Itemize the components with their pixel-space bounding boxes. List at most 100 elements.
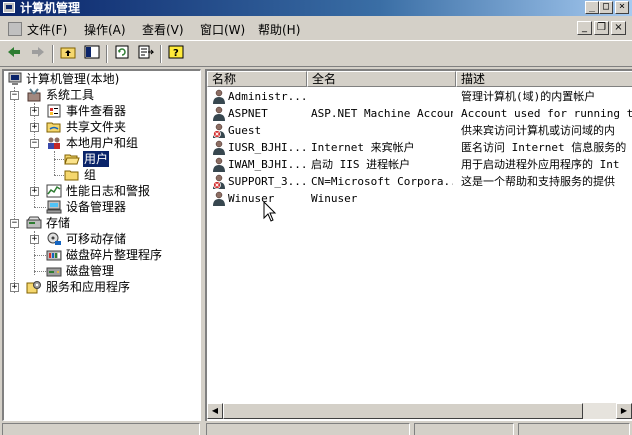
tree-label-removable: 可移动存储: [66, 232, 127, 246]
user-row[interactable]: IUSR_BJHI... Internet 来宾帐户 匿名访问 Internet 信…: [207, 139, 632, 156]
computer-icon: [7, 72, 23, 86]
user-fullname-cell: Internet 来宾帐户: [311, 141, 415, 154]
toolbar-separator: [52, 45, 54, 63]
tree-label-storage: 存储: [46, 216, 71, 230]
tree-label-defrag: 磁盘碎片整理程序: [66, 248, 163, 262]
user-name-cell: Administr...: [228, 90, 307, 103]
horizontal-scrollbar[interactable]: ◀ ▶: [207, 403, 632, 419]
export-list-icon[interactable]: [136, 45, 156, 63]
minimize-button[interactable]: _: [585, 1, 599, 14]
user-description-cell: Account used for running the: [461, 107, 632, 120]
user-icon: [211, 106, 227, 122]
system-menu-icon[interactable]: [8, 22, 22, 36]
tree-line: [34, 255, 46, 256]
tree-line: [54, 175, 64, 176]
folder-icon: [64, 168, 80, 182]
performance-icon: [46, 184, 62, 198]
user-icon: [211, 157, 227, 173]
window-title: 计算机管理: [20, 1, 81, 15]
forward-arrow-icon[interactable]: [28, 45, 48, 63]
computer-management-icon: [3, 2, 15, 13]
expand-toggle[interactable]: +: [30, 187, 39, 196]
user-fullname-cell: Winuser: [311, 192, 358, 205]
toolbar: ?: [0, 40, 632, 67]
menu-file[interactable]: 文件(F): [27, 22, 67, 38]
user-icon: [211, 89, 227, 105]
status-panel: [206, 423, 410, 435]
tree-label-event-viewer: 事件查看器: [66, 104, 127, 118]
user-description-cell: 管理计算机(域)的内置帐户: [461, 90, 596, 103]
tree-label-groups: 组: [84, 168, 97, 182]
folder-open-icon: [64, 152, 80, 166]
user-icon: [211, 191, 227, 207]
disk-management-icon: [46, 264, 62, 278]
user-fullname-cell: [311, 122, 453, 139]
collapse-toggle[interactable]: −: [10, 91, 19, 100]
column-header-description[interactable]: 描述: [456, 71, 632, 87]
disabled-user-icon: [211, 123, 227, 139]
user-row[interactable]: Administr... 管理计算机(域)的内置帐户: [207, 88, 632, 105]
expand-toggle[interactable]: +: [30, 123, 39, 132]
status-panel: [414, 423, 514, 435]
disabled-user-icon: [211, 174, 227, 190]
column-header-name[interactable]: 名称: [207, 71, 307, 87]
menu-window[interactable]: 窗口(W): [200, 22, 245, 38]
tree-label-disk-mgmt: 磁盘管理: [66, 264, 115, 278]
user-name-cell: Guest: [228, 124, 262, 137]
expand-toggle[interactable]: +: [30, 235, 39, 244]
scrollbar-thumb[interactable]: [223, 403, 583, 419]
up-folder-icon[interactable]: [58, 45, 78, 63]
user-fullname-cell: CN=Microsoft Corpora...: [311, 175, 453, 188]
status-bar: [0, 422, 632, 435]
collapse-toggle[interactable]: −: [30, 139, 39, 148]
title-bar: 计算机管理 _ □ ×: [0, 0, 632, 16]
refresh-icon[interactable]: [112, 45, 132, 63]
services-icon: [26, 280, 42, 294]
menu-help[interactable]: 帮助(H): [258, 22, 300, 38]
menu-view[interactable]: 查看(V): [142, 22, 184, 38]
tree-line: [14, 87, 15, 293]
user-name-cell: SUPPORT_3...: [228, 175, 307, 188]
user-row[interactable]: SUPPORT_3... CN=Microsoft Corpora... 这是一个帮…: [207, 173, 632, 190]
mdi-restore-button[interactable]: ❐: [594, 21, 609, 35]
tree-label-shared-folders: 共享文件夹: [66, 120, 127, 134]
user-description-cell: 用于启动进程外应用程序的 Int: [461, 158, 620, 171]
user-row[interactable]: IWAM_BJHI... 启动 IIS 进程帐户 用于启动进程外应用程序的 Int: [207, 156, 632, 173]
collapse-toggle[interactable]: −: [10, 219, 19, 228]
user-fullname-cell: ASP.NET Machine Account: [311, 107, 453, 120]
close-button[interactable]: ×: [615, 1, 629, 14]
menu-action[interactable]: 操作(A): [84, 22, 126, 38]
status-panel: [518, 423, 630, 435]
scroll-left-button[interactable]: ◀: [207, 403, 223, 419]
show-hide-tree-icon[interactable]: [82, 45, 102, 63]
removable-storage-icon: [46, 232, 62, 246]
mdi-close-button[interactable]: ×: [611, 21, 626, 35]
column-header-fullname[interactable]: 全名: [307, 71, 456, 87]
user-name-cell: ASPNET: [228, 107, 268, 120]
event-viewer-icon: [46, 104, 62, 118]
shared-folder-icon: [46, 120, 62, 134]
user-row[interactable]: Guest 供来宾访问计算机或访问域的内: [207, 122, 632, 139]
expand-toggle[interactable]: +: [10, 283, 19, 292]
user-list-view: 名称 全名 描述 Administr... 管理计算机(域)的内置帐户 ASPNET…: [205, 69, 632, 421]
back-arrow-icon[interactable]: [4, 45, 24, 63]
user-description-cell: 匿名访问 Internet 信息服务的: [461, 141, 627, 154]
tree-label-perf-logs: 性能日志和警报: [66, 184, 151, 198]
tree-label-local-users: 本地用户和组: [66, 136, 139, 150]
status-panel: [2, 423, 200, 435]
tree-label-services: 服务和应用程序: [46, 280, 131, 294]
tree-label-root: 计算机管理(本地): [26, 72, 120, 86]
user-description-cell: 这是一个帮助和支持服务的提供: [461, 175, 615, 188]
help-icon[interactable]: ?: [166, 45, 186, 63]
tree-label-system-tools: 系统工具: [46, 88, 95, 102]
expand-toggle[interactable]: +: [30, 107, 39, 116]
maximize-button[interactable]: □: [599, 1, 613, 14]
tree-label-users: 用户: [83, 151, 110, 167]
console-tree: 计算机管理(本地) − 系统工具 + 事件查看器 + 共享文件夹 − 本地用户和…: [2, 69, 201, 421]
user-fullname-cell: [311, 88, 453, 105]
mouse-pointer-icon: [263, 201, 277, 222]
mdi-minimize-button[interactable]: _: [577, 21, 592, 35]
scroll-right-button[interactable]: ▶: [616, 403, 632, 419]
user-row[interactable]: ASPNET ASP.NET Machine Account Account use…: [207, 105, 632, 122]
svg-text:?: ?: [173, 48, 179, 59]
